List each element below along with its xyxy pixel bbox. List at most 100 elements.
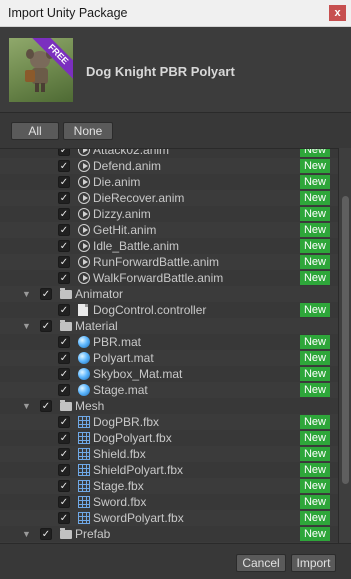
- include-checkbox[interactable]: ✓: [58, 464, 70, 476]
- tree-item-label: Polyart.mat: [93, 351, 154, 365]
- new-badge: New: [300, 447, 330, 461]
- include-checkbox[interactable]: ✓: [58, 432, 70, 444]
- tree-file-row[interactable]: ✓ Polyart.mat New: [0, 350, 338, 366]
- vertical-scrollbar[interactable]: [338, 148, 351, 543]
- foldout-arrow-icon[interactable]: ▼: [22, 401, 32, 411]
- mesh-icon: [78, 512, 90, 524]
- import-button[interactable]: Import: [291, 554, 336, 572]
- tree-file-row[interactable]: ✓ Skybox_Mat.mat New: [0, 366, 338, 382]
- new-badge: New: [300, 223, 330, 237]
- tree-file-row[interactable]: ✓ ShieldPolyart.fbx New: [0, 462, 338, 478]
- tree-folder-row[interactable]: ▼ ✓ Prefab New: [0, 526, 338, 542]
- new-badge: New: [300, 271, 330, 285]
- foldout-arrow-icon[interactable]: ▼: [22, 321, 32, 331]
- include-checkbox[interactable]: ✓: [58, 304, 70, 316]
- title-bar: Import Unity Package x: [0, 0, 351, 27]
- tree-file-row[interactable]: ✓ PBR.mat New: [0, 334, 338, 350]
- include-checkbox[interactable]: ✓: [58, 512, 70, 524]
- select-none-button[interactable]: None: [63, 122, 113, 140]
- include-checkbox[interactable]: ✓: [58, 272, 70, 284]
- include-checkbox[interactable]: ✓: [58, 256, 70, 268]
- tree-file-row[interactable]: ✓ Dizzy.anim New: [0, 206, 338, 222]
- new-badge: New: [300, 239, 330, 253]
- include-checkbox[interactable]: ✓: [40, 288, 52, 300]
- tree-file-row[interactable]: ✓ Defend.anim New: [0, 158, 338, 174]
- new-badge: New: [300, 415, 330, 429]
- tree-file-row[interactable]: ✓ Shield.fbx New: [0, 446, 338, 462]
- tree-item-label: Die.anim: [93, 175, 141, 189]
- include-checkbox[interactable]: ✓: [58, 480, 70, 492]
- include-checkbox[interactable]: ✓: [58, 448, 70, 460]
- new-badge: New: [300, 495, 330, 509]
- tree-file-row[interactable]: ✓ GetHit.anim New: [0, 222, 338, 238]
- include-checkbox[interactable]: ✓: [40, 400, 52, 412]
- tree-file-row[interactable]: ✓ DogControl.controller New: [0, 302, 338, 318]
- new-badge: New: [300, 383, 330, 397]
- animation-clip-icon: [78, 149, 90, 156]
- folder-icon: [60, 528, 72, 539]
- dialog-footer: Cancel Import: [0, 543, 351, 579]
- animation-clip-icon: [78, 272, 90, 284]
- include-checkbox[interactable]: ✓: [58, 224, 70, 236]
- tree-file-row[interactable]: ✓ Stage.fbx New: [0, 478, 338, 494]
- include-checkbox[interactable]: ✓: [58, 160, 70, 172]
- tree-file-row[interactable]: ✓ DogPolyart.fbx New: [0, 430, 338, 446]
- tree-item-label: Attack02.anim: [93, 148, 170, 157]
- animator-controller-icon: [78, 304, 88, 316]
- tree-file-row[interactable]: ✓ DieRecover.anim New: [0, 190, 338, 206]
- tree-item-label: Material: [75, 319, 118, 333]
- tree-item-label: Shield.fbx: [93, 447, 146, 461]
- tree-folder-row[interactable]: ▼ ✓ Mesh: [0, 398, 338, 414]
- new-badge: New: [300, 175, 330, 189]
- tree-file-row[interactable]: ✓ Die.anim New: [0, 174, 338, 190]
- include-checkbox[interactable]: ✓: [58, 240, 70, 252]
- scrollbar-thumb[interactable]: [342, 196, 349, 484]
- mesh-icon: [78, 416, 90, 428]
- new-badge: New: [300, 511, 330, 525]
- foldout-arrow-icon[interactable]: ▼: [22, 289, 32, 299]
- asset-tree: ✓ Attack02.anim New ✓ Defend.anim New ✓ Die.ani…: [0, 148, 338, 543]
- include-checkbox[interactable]: ✓: [58, 176, 70, 188]
- tree-item-label: Stage.mat: [93, 383, 148, 397]
- include-checkbox[interactable]: ✓: [58, 208, 70, 220]
- mesh-icon: [78, 432, 90, 444]
- package-thumbnail-icon: FREE: [9, 38, 73, 102]
- tree-folder-row[interactable]: ▼ ✓ Animator: [0, 286, 338, 302]
- tree-folder-row[interactable]: ▼ ✓ Material: [0, 318, 338, 334]
- include-checkbox[interactable]: ✓: [58, 192, 70, 204]
- close-button[interactable]: x: [329, 5, 346, 21]
- tree-item-label: DogPolyart.fbx: [93, 431, 172, 445]
- tree-file-row[interactable]: ✓ Sword.fbx New: [0, 494, 338, 510]
- include-checkbox[interactable]: ✓: [58, 149, 70, 156]
- select-all-button[interactable]: All: [11, 122, 59, 140]
- new-badge: New: [300, 431, 330, 445]
- material-icon: [78, 336, 90, 348]
- tree-file-row[interactable]: ✓ Stage.mat New: [0, 382, 338, 398]
- include-checkbox[interactable]: ✓: [58, 384, 70, 396]
- animation-clip-icon: [78, 224, 90, 236]
- tree-file-row[interactable]: ✓ Attack02.anim New: [0, 148, 338, 158]
- tree-file-row[interactable]: ✓ WalkForwardBattle.anim New: [0, 270, 338, 286]
- new-badge: New: [300, 351, 330, 365]
- mesh-icon: [78, 496, 90, 508]
- include-checkbox[interactable]: ✓: [58, 352, 70, 364]
- include-checkbox[interactable]: ✓: [40, 320, 52, 332]
- material-icon: [78, 368, 90, 380]
- new-badge: New: [300, 303, 330, 317]
- folder-icon: [60, 288, 72, 299]
- new-badge: New: [300, 159, 330, 173]
- include-checkbox[interactable]: ✓: [58, 368, 70, 380]
- cancel-button[interactable]: Cancel: [236, 554, 286, 572]
- tree-file-row[interactable]: ✓ Idle_Battle.anim New: [0, 238, 338, 254]
- tree-file-row[interactable]: ✓ RunForwardBattle.anim New: [0, 254, 338, 270]
- folder-icon: [60, 320, 72, 331]
- include-checkbox[interactable]: ✓: [58, 496, 70, 508]
- foldout-arrow-icon[interactable]: ▼: [22, 529, 32, 539]
- tree-file-row[interactable]: ✓ DogPBR.fbx New: [0, 414, 338, 430]
- animation-clip-icon: [78, 160, 90, 172]
- new-badge: New: [300, 463, 330, 477]
- tree-file-row[interactable]: ✓ SwordPolyart.fbx New: [0, 510, 338, 526]
- include-checkbox[interactable]: ✓: [58, 416, 70, 428]
- include-checkbox[interactable]: ✓: [40, 528, 52, 540]
- include-checkbox[interactable]: ✓: [58, 336, 70, 348]
